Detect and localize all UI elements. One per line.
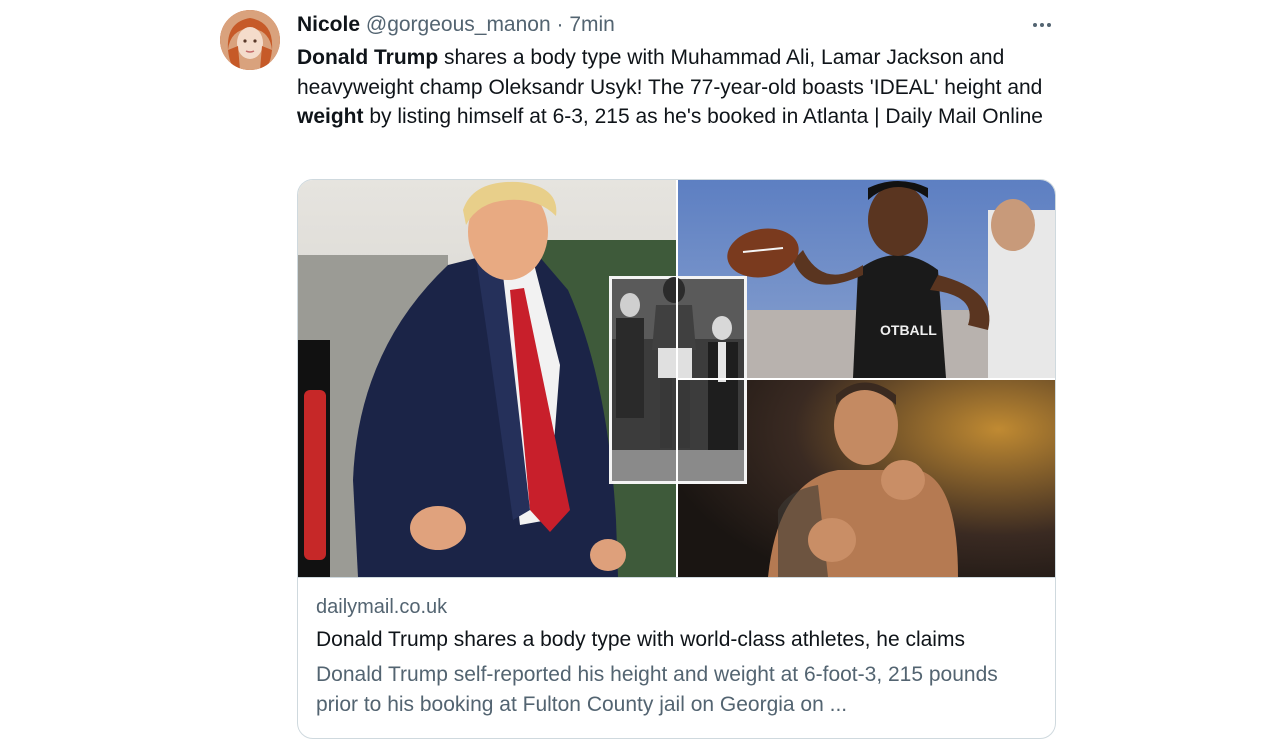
collage-image: OTBALL bbox=[298, 180, 1055, 577]
tweet-timestamp[interactable]: 7min bbox=[569, 13, 615, 36]
card-title: Donald Trump shares a body type with wor… bbox=[316, 628, 965, 651]
card-info[interactable]: dailymail.co.uk Donald Trump shares a bo… bbox=[298, 577, 1055, 738]
author-name[interactable]: Nicole bbox=[297, 13, 360, 36]
tweet-text: Donald Trump shares a body type with Muh… bbox=[297, 43, 1057, 132]
more-options-button[interactable] bbox=[1028, 12, 1056, 38]
tweet-text-part-3: weight bbox=[297, 105, 364, 128]
separator-dot: · bbox=[556, 13, 564, 36]
author-handle[interactable]: @gorgeous_manon bbox=[366, 13, 551, 36]
link-preview-card[interactable]: OTBALL dailymail.co.uk Donald Trump shar… bbox=[297, 179, 1056, 739]
card-description: Donald Trump self-reported his height an… bbox=[316, 663, 998, 716]
jersey-text: OTBALL bbox=[880, 322, 937, 338]
more-horizontal-icon bbox=[1032, 23, 1053, 27]
tweet-text-part-1: Donald Trump bbox=[297, 46, 439, 69]
tweet-header: Nicole @gorgeous_manon · 7min bbox=[297, 11, 615, 39]
avatar-portrait bbox=[220, 10, 280, 70]
tweet-text-part-4: by listing himself at 6-3, 215 as he's b… bbox=[363, 105, 1043, 128]
card-domain: dailymail.co.uk bbox=[316, 596, 448, 618]
avatar[interactable] bbox=[220, 10, 280, 70]
card-image[interactable]: OTBALL bbox=[298, 180, 1055, 577]
